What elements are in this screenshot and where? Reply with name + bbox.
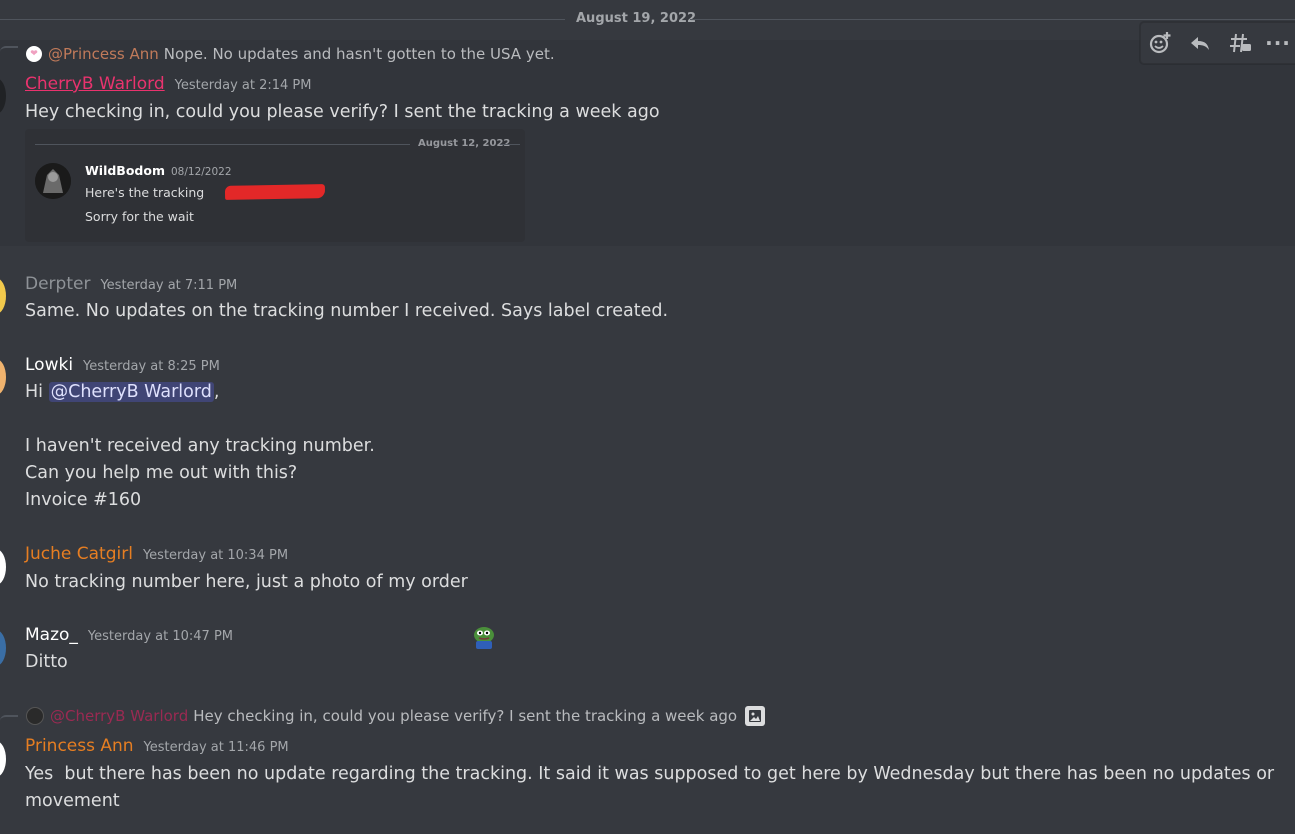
message-header: Juche Catgirl Yesterday at 10:34 PM — [25, 544, 288, 564]
message-text-line: I haven't received any tracking number. — [25, 436, 375, 456]
timestamp: Yesterday at 7:11 PM — [100, 278, 238, 293]
image-attachment[interactable]: August 12, 2022 WildBodom 08/12/2022 Here… — [25, 129, 525, 242]
date-divider: August 19, 2022 — [576, 11, 697, 26]
divider-line-right — [690, 19, 1295, 20]
image-icon — [745, 706, 766, 726]
pepe-emoji-icon[interactable] — [471, 570, 497, 649]
reply-avatar: ❤ — [26, 46, 42, 62]
avatar[interactable] — [0, 278, 6, 314]
message-text: Ditto — [25, 652, 68, 672]
message-header: Lowki Yesterday at 8:25 PM — [25, 355, 220, 375]
embed-username-row: WildBodom 08/12/2022 — [85, 163, 232, 178]
reply-spine — [0, 715, 18, 727]
message-text: Same. No updates on the tracking number … — [25, 301, 669, 321]
avatar[interactable] — [0, 630, 6, 666]
timestamp: Yesterday at 11:46 PM — [143, 740, 289, 755]
timestamp: Yesterday at 10:47 PM — [87, 629, 234, 644]
redaction-mark — [224, 184, 326, 200]
message-text: No tracking number here, just a photo of… — [25, 572, 468, 592]
reply-preview[interactable]: ❤ @Princess Ann Nope. No updates and has… — [26, 45, 555, 63]
username[interactable]: Princess Ann — [25, 736, 134, 756]
reply-text: Nope. No updates and hasn't gotten to th… — [163, 45, 555, 63]
embed-username: WildBodom — [85, 163, 165, 178]
reply-avatar — [26, 707, 44, 725]
reply-preview[interactable]: @CherryB Warlord Hey checking in, could … — [26, 706, 766, 726]
create-thread-icon[interactable] — [1227, 31, 1253, 55]
reply-spine — [0, 46, 18, 58]
embed-divider-left — [35, 144, 410, 145]
username[interactable]: CherryB Warlord — [25, 74, 165, 94]
embed-divider-right — [500, 144, 520, 145]
more-icon[interactable]: ··· — [1265, 31, 1291, 55]
message-toolbar: ··· — [1140, 22, 1295, 64]
timestamp: Yesterday at 8:25 PM — [83, 359, 220, 374]
divider-line-left — [0, 19, 565, 20]
reply-icon[interactable] — [1187, 31, 1213, 55]
embed-timestamp: 08/12/2022 — [170, 166, 232, 178]
message-header: Derpter Yesterday at 7:11 PM — [25, 274, 237, 294]
message-header: CherryB Warlord Yesterday at 2:14 PM — [25, 74, 311, 94]
username[interactable]: Mazo_ — [25, 625, 78, 645]
message-text-row: No tracking number here, just a photo of… — [25, 569, 497, 649]
avatar[interactable] — [0, 741, 6, 777]
message-text-prefix: Hi — [25, 382, 49, 402]
message-text: Yes but there has been no update regardi… — [25, 764, 1275, 784]
embed-date-divider: August 12, 2022 — [418, 138, 511, 149]
embed-avatar — [35, 163, 71, 199]
message-text-line: Invoice #160 — [25, 490, 142, 510]
timestamp: Yesterday at 10:34 PM — [142, 548, 289, 563]
timestamp: Yesterday at 2:14 PM — [174, 78, 312, 93]
reply-mention[interactable]: @CherryB Warlord — [50, 707, 188, 725]
message-text-line: Can you help me out with this? — [25, 463, 298, 483]
embed-line-1: Here's the tracking — [85, 185, 205, 200]
username[interactable]: Derpter — [25, 274, 90, 294]
username[interactable]: Lowki — [25, 355, 73, 375]
reply-text: Hey checking in, could you please verify… — [193, 707, 738, 725]
reply-mention[interactable]: @Princess Ann — [48, 45, 159, 63]
add-reaction-icon[interactable] — [1147, 31, 1173, 55]
username[interactable]: Juche Catgirl — [25, 544, 133, 564]
message-header: Princess Ann Yesterday at 11:46 PM — [25, 736, 289, 756]
message-header: Mazo_ Yesterday at 10:47 PM — [25, 625, 233, 645]
user-mention[interactable]: @CherryB Warlord — [48, 382, 214, 402]
message-text-suffix: , — [213, 382, 220, 402]
message-text-line: movement — [25, 791, 120, 811]
message-text: Hi @CherryB Warlord, — [25, 379, 219, 406]
avatar[interactable] — [0, 359, 6, 395]
avatar[interactable] — [0, 549, 6, 585]
message-text: Hey checking in, could you please verify… — [25, 102, 660, 122]
embed-line-2: Sorry for the wait — [85, 209, 194, 224]
